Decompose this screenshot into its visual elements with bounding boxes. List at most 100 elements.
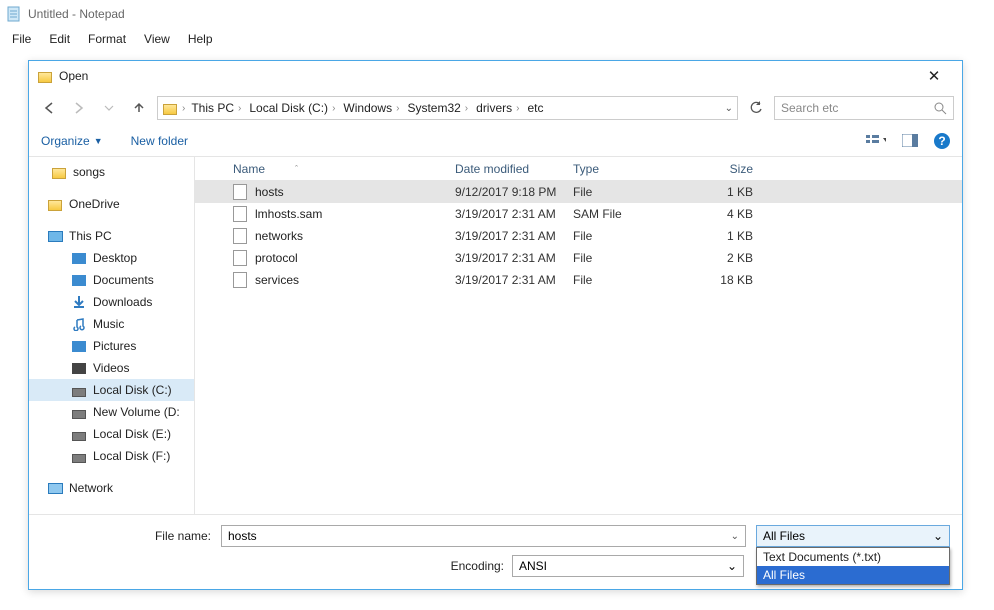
menu-format[interactable]: Format (80, 30, 134, 48)
file-type: SAM File (573, 207, 691, 221)
notepad-icon (6, 6, 22, 22)
tree-item-desktop[interactable]: Desktop (29, 247, 194, 269)
file-size: 1 KB (691, 229, 763, 243)
breadcrumb[interactable]: Windows› (341, 101, 401, 115)
forward-button[interactable] (67, 96, 91, 120)
folder-icon (37, 68, 53, 84)
tree-item-documents[interactable]: Documents (29, 269, 194, 291)
file-date: 3/19/2017 2:31 AM (455, 251, 573, 265)
refresh-button[interactable] (744, 96, 768, 120)
file-type: File (573, 229, 691, 243)
file-list: Name ˆ Date modified Type Size hosts 9/12/… (195, 157, 962, 514)
chevron-down-icon: ⌄ (727, 559, 737, 573)
dialog-toolbar: Organize ▼ New folder ? (29, 125, 962, 157)
sort-asc-icon: ˆ (295, 164, 298, 174)
col-name[interactable]: Name (233, 162, 265, 176)
folder-icon (162, 100, 178, 116)
file-type: File (573, 273, 691, 287)
file-icon (233, 228, 247, 244)
file-row[interactable]: services 3/19/2017 2:31 AMFile18 KB (195, 269, 962, 291)
file-row[interactable]: hosts 9/12/2017 9:18 PMFile1 KB (195, 181, 962, 203)
file-date: 9/12/2017 9:18 PM (455, 185, 573, 199)
file-name: networks (255, 229, 303, 243)
file-size: 1 KB (691, 185, 763, 199)
chevron-down-icon[interactable]: ⌄ (725, 103, 733, 114)
file-row[interactable]: lmhosts.sam3/19/2017 2:31 AMSAM File4 KB (195, 203, 962, 225)
chevron-down-icon: ▼ (94, 136, 103, 146)
tree-item-pictures[interactable]: Pictures (29, 335, 194, 357)
file-date: 3/19/2017 2:31 AM (455, 229, 573, 243)
breadcrumb[interactable]: Local Disk (C:)› (247, 101, 337, 115)
menu-view[interactable]: View (136, 30, 178, 48)
open-dialog: Open ✕ › This PC› Local Disk (C:)› Windo… (28, 60, 963, 590)
file-type: File (573, 251, 691, 265)
help-button[interactable]: ? (934, 133, 950, 149)
filetype-filter[interactable]: All Files ⌄ (756, 525, 950, 547)
breadcrumb[interactable]: System32› (405, 101, 470, 115)
tree-item-new-volume-d[interactable]: New Volume (D: (29, 401, 194, 423)
file-list-header[interactable]: Name ˆ Date modified Type Size (195, 157, 962, 181)
tree-item-local-disk-f[interactable]: Local Disk (F:) (29, 445, 194, 467)
file-date: 3/19/2017 2:31 AM (455, 207, 573, 221)
menu-file[interactable]: File (4, 30, 39, 48)
search-placeholder: Search etc (781, 101, 838, 115)
notepad-title: Untitled - Notepad (28, 7, 125, 21)
file-type: File (573, 185, 691, 199)
breadcrumb[interactable]: drivers› (474, 101, 521, 115)
tree-item-downloads[interactable]: Downloads (29, 291, 194, 313)
file-icon (233, 184, 247, 200)
notepad-menubar: File Edit Format View Help (0, 28, 994, 50)
file-icon (233, 272, 247, 288)
address-bar[interactable]: › This PC› Local Disk (C:)› Windows› Sys… (157, 96, 738, 120)
chevron-right-icon: › (182, 103, 185, 114)
tree-item-local-disk-c[interactable]: Local Disk (C:) (29, 379, 194, 401)
view-options-button[interactable] (866, 131, 886, 151)
file-date: 3/19/2017 2:31 AM (455, 273, 573, 287)
encoding-select[interactable]: ANSI ⌄ (512, 555, 744, 577)
dialog-titlebar[interactable]: Open ✕ (29, 61, 962, 91)
filter-option-txt[interactable]: Text Documents (*.txt) (757, 548, 949, 566)
dialog-bottom: File name: hosts ⌄ All Files ⌄ Text Docu… (29, 515, 962, 589)
filename-input[interactable]: hosts ⌄ (221, 525, 746, 547)
up-button[interactable] (127, 96, 151, 120)
file-name: hosts (255, 185, 284, 199)
search-icon (934, 102, 947, 115)
preview-pane-button[interactable] (900, 131, 920, 151)
file-name: protocol (255, 251, 298, 265)
file-name: services (255, 273, 299, 287)
file-size: 2 KB (691, 251, 763, 265)
nav-tree: songs OneDrive This PC Desktop Documents… (29, 157, 195, 514)
file-size: 4 KB (691, 207, 763, 221)
tree-item-network[interactable]: Network (29, 477, 194, 499)
filter-option-all[interactable]: All Files (757, 566, 949, 584)
file-row[interactable]: protocol 3/19/2017 2:31 AMFile2 KB (195, 247, 962, 269)
col-date[interactable]: Date modified (455, 162, 573, 176)
search-input[interactable]: Search etc (774, 96, 954, 120)
recent-dropdown[interactable] (97, 96, 121, 120)
encoding-label: Encoding: (451, 559, 512, 573)
chevron-down-icon: ⌄ (933, 529, 943, 543)
notepad-titlebar: Untitled - Notepad (0, 0, 994, 28)
new-folder-button[interactable]: New folder (131, 134, 188, 148)
back-button[interactable] (37, 96, 61, 120)
close-button[interactable]: ✕ (914, 67, 954, 85)
file-row[interactable]: networks 3/19/2017 2:31 AMFile1 KB (195, 225, 962, 247)
nav-row: › This PC› Local Disk (C:)› Windows› Sys… (29, 91, 962, 125)
col-size[interactable]: Size (691, 162, 763, 176)
tree-item-local-disk-e[interactable]: Local Disk (E:) (29, 423, 194, 445)
chevron-down-icon[interactable]: ⌄ (731, 531, 739, 542)
menu-help[interactable]: Help (180, 30, 221, 48)
col-type[interactable]: Type (573, 162, 691, 176)
organize-button[interactable]: Organize ▼ (41, 134, 103, 148)
tree-item-thispc[interactable]: This PC (29, 225, 194, 247)
breadcrumb[interactable]: This PC› (189, 101, 243, 115)
tree-item-music[interactable]: Music (29, 313, 194, 335)
tree-item-onedrive[interactable]: OneDrive (29, 193, 194, 215)
tree-item-songs[interactable]: songs (29, 161, 194, 183)
filename-label: File name: (41, 529, 221, 543)
tree-item-videos[interactable]: Videos (29, 357, 194, 379)
file-size: 18 KB (691, 273, 763, 287)
menu-edit[interactable]: Edit (41, 30, 78, 48)
file-icon (233, 250, 247, 266)
breadcrumb[interactable]: etc (526, 101, 546, 115)
